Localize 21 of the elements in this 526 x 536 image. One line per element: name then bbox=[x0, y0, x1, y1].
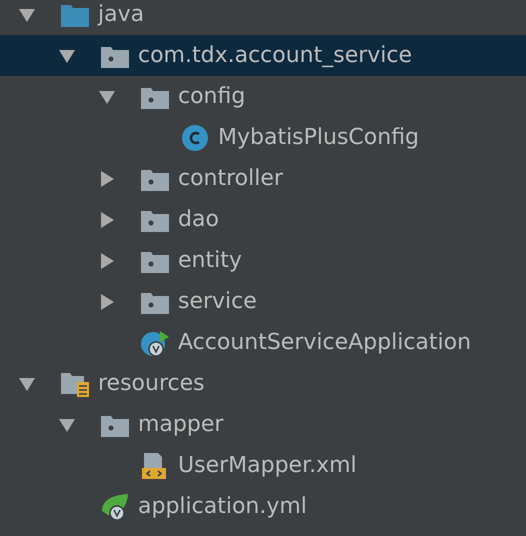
tree-item-label[interactable]: application.yml bbox=[138, 494, 307, 519]
class-icon bbox=[180, 124, 210, 152]
tree-item-label[interactable]: config bbox=[178, 84, 246, 109]
tree-item-label[interactable]: java bbox=[98, 2, 144, 27]
expand-arrow-icon[interactable] bbox=[98, 170, 116, 188]
tree-item-label[interactable]: service bbox=[178, 289, 257, 314]
tree-item-label[interactable]: controller bbox=[178, 166, 283, 191]
expand-arrow-icon[interactable] bbox=[98, 292, 116, 310]
tree-item-label[interactable]: AccountServiceApplication bbox=[178, 330, 472, 355]
spring-class-icon bbox=[140, 328, 170, 356]
tree-item-label[interactable]: mapper bbox=[138, 412, 224, 437]
tree-item-label[interactable]: UserMapper.xml bbox=[178, 453, 357, 478]
expand-arrow-icon[interactable] bbox=[98, 210, 116, 228]
tree-item-label[interactable]: MybatisPlusConfig bbox=[218, 125, 420, 150]
spring-leaf-icon bbox=[100, 492, 130, 520]
selected-row[interactable]: com.tdx.account_service bbox=[0, 35, 526, 76]
tree-item-label[interactable]: resources bbox=[98, 371, 205, 396]
tree-item-label[interactable]: com.tdx.account_service bbox=[138, 43, 412, 68]
tree-item-label[interactable]: dao bbox=[178, 207, 219, 232]
expand-arrow-icon[interactable] bbox=[98, 252, 116, 270]
tree-item-label[interactable]: entity bbox=[178, 248, 242, 273]
